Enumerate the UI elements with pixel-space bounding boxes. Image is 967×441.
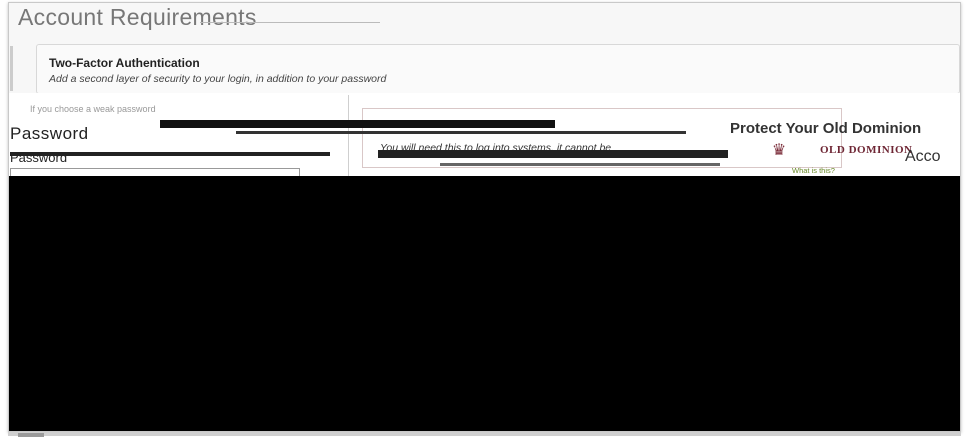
- password-heading: Password: [10, 124, 89, 143]
- obscured-panel: [9, 176, 960, 431]
- page-title: Account Requirements: [18, 4, 257, 30]
- two-factor-card[interactable]: Two-Factor Authentication Add a second l…: [36, 44, 960, 94]
- logo-text: OLD DOMINION: [820, 144, 913, 156]
- column-divider: [348, 95, 349, 178]
- left-tab-edge: [10, 46, 13, 91]
- bottom-mark: [18, 433, 44, 437]
- title-rule: [200, 22, 380, 23]
- redaction-line: [236, 131, 686, 134]
- account-heading: Acco: [905, 148, 941, 165]
- two-factor-title: Two-Factor Authentication: [49, 56, 200, 70]
- protect-heading: Protect Your Old Dominion: [730, 120, 922, 137]
- two-factor-description: Add a second layer of security to your l…: [49, 73, 387, 85]
- redaction-bar: [160, 120, 555, 128]
- bottom-shadow: [8, 432, 961, 436]
- password-helper-text: If you choose a weak password: [30, 104, 156, 114]
- notice-redaction-line: [440, 163, 720, 166]
- crown-icon: ♛: [771, 142, 787, 159]
- password-label: Password: [10, 150, 68, 165]
- notice-redaction-bar: [378, 150, 728, 158]
- what-is-this-link[interactable]: What is this?: [792, 166, 835, 175]
